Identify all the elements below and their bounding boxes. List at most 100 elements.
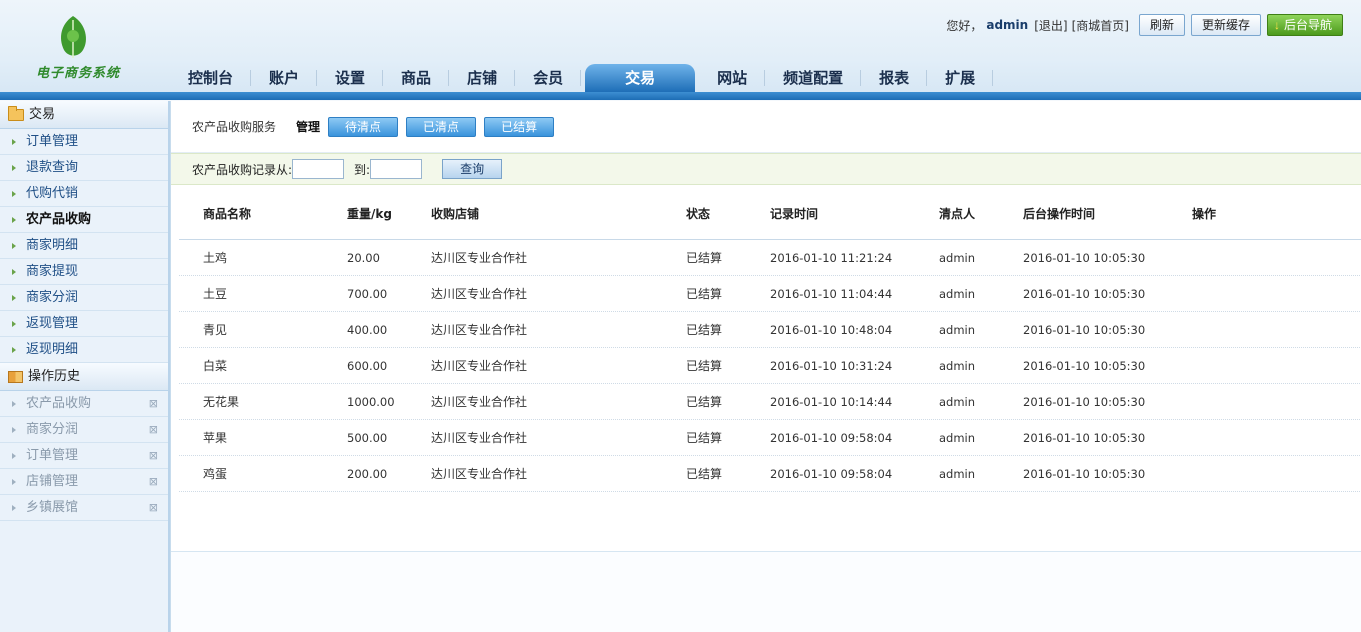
cell-status: 已结算 xyxy=(686,395,723,409)
col-op-time-header: 后台操作时间 xyxy=(1023,207,1096,221)
history-item[interactable]: 订单管理 ⊠ xyxy=(0,443,168,469)
close-icon[interactable]: ⊠ xyxy=(149,417,158,443)
content-footer-area xyxy=(171,552,1361,632)
down-arrow-icon: ↓ xyxy=(1273,18,1280,32)
cell-shop: 达川区专业合作社 xyxy=(431,287,528,301)
filter-toolbar: 农产品收购服务 管理 待清点 已清点 已结算 xyxy=(171,101,1361,153)
cell-action xyxy=(1192,312,1352,347)
update-cache-button[interactable]: 更新缓存 xyxy=(1190,14,1261,36)
sidebar-item-merchant-withdraw[interactable]: 商家提现 xyxy=(0,259,168,285)
tab-website[interactable]: 网站 xyxy=(699,64,766,92)
logout-link[interactable]: [退出] xyxy=(1034,17,1067,34)
tab-extensions[interactable]: 扩展 xyxy=(927,64,994,92)
cell-op-time: 2016-01-10 10:05:30 xyxy=(1023,251,1146,265)
cell-status: 已结算 xyxy=(686,251,723,265)
cell-op-time: 2016-01-10 10:05:30 xyxy=(1023,431,1146,445)
close-icon[interactable]: ⊠ xyxy=(149,469,158,495)
cell-name: 鸡蛋 xyxy=(203,467,228,481)
cell-weight: 200.00 xyxy=(347,467,388,481)
tab-account[interactable]: 账户 xyxy=(251,64,318,92)
cell-record-time: 2016-01-10 10:48:04 xyxy=(770,323,893,337)
sidebar-item-produce-purchase[interactable]: 农产品收购 xyxy=(0,207,168,233)
col-action-header: 操作 xyxy=(1192,207,1217,221)
manage-label: 管理 xyxy=(296,120,321,134)
tab-reports[interactable]: 报表 xyxy=(861,64,928,92)
cell-name: 苹果 xyxy=(203,431,228,445)
sidebar-section-trade[interactable]: 交易 xyxy=(0,101,168,129)
cell-name: 土豆 xyxy=(203,287,228,301)
table-header: 商品名称 重量/kg 收购店铺 状态 记录时间 清点人 后台操作时间 操作 xyxy=(179,193,1361,240)
cell-counter: admin xyxy=(939,287,976,301)
sidebar-item-cashback-manage[interactable]: 返现管理 xyxy=(0,311,168,337)
tab-products[interactable]: 商品 xyxy=(383,64,450,92)
date-to-label: 到: xyxy=(354,162,371,177)
sidebar-item-orders[interactable]: 订单管理 xyxy=(0,129,168,155)
table-row: 土鸡 20.00 达川区专业合作社 已结算 2016-01-10 11:21:2… xyxy=(179,240,1361,276)
history-item[interactable]: 农产品收购 ⊠ xyxy=(0,391,168,417)
col-record-time-header: 记录时间 xyxy=(770,207,819,221)
tab-trade[interactable]: 交易 xyxy=(585,64,696,92)
history-item[interactable]: 商家分润 ⊠ xyxy=(0,417,168,443)
shop-home-link[interactable]: [商城首页] xyxy=(1072,17,1129,34)
settled-button[interactable]: 已结算 xyxy=(484,116,555,137)
cell-shop: 达川区专业合作社 xyxy=(431,467,528,481)
cell-shop: 达川区专业合作社 xyxy=(431,251,528,265)
cell-shop: 达川区专业合作社 xyxy=(431,395,528,409)
top-header: 电子商务系统 您好， admin [退出] [商城首页] 刷新 更新缓存 ↓ 后台… xyxy=(0,0,1361,100)
cell-status: 已结算 xyxy=(686,323,723,337)
col-weight-header: 重量/kg xyxy=(347,193,431,239)
search-button[interactable]: 查询 xyxy=(442,159,503,179)
tab-channel-config[interactable]: 频道配置 xyxy=(765,64,862,92)
refresh-button[interactable]: 刷新 xyxy=(1138,14,1185,36)
sidebar-item-merchant-profit[interactable]: 商家分润 xyxy=(0,285,168,311)
cell-record-time: 2016-01-10 10:31:24 xyxy=(770,359,893,373)
cell-record-time: 2016-01-10 10:14:44 xyxy=(770,395,893,409)
history-item[interactable]: 乡镇展馆 ⊠ xyxy=(0,495,168,521)
sidebar-item-merchant-details[interactable]: 商家明细 xyxy=(0,233,168,259)
table-row: 苹果 500.00 达川区专业合作社 已结算 2016-01-10 09:58:… xyxy=(179,420,1361,456)
close-icon[interactable]: ⊠ xyxy=(149,391,158,417)
history-book-icon xyxy=(8,370,23,383)
backend-nav-label: 后台导航 xyxy=(1283,18,1332,32)
cell-weight: 400.00 xyxy=(347,323,388,337)
history-item-label: 店铺管理 xyxy=(26,474,79,489)
table-row: 青见 400.00 达川区专业合作社 已结算 2016-01-10 10:48:… xyxy=(179,312,1361,348)
sidebar-section-history[interactable]: 操作历史 xyxy=(0,363,168,391)
tab-members[interactable]: 会员 xyxy=(515,64,582,92)
close-icon[interactable]: ⊠ xyxy=(149,495,158,521)
history-section-title: 操作历史 xyxy=(28,368,81,384)
cell-status: 已结算 xyxy=(686,359,723,373)
cell-status: 已结算 xyxy=(686,467,723,481)
cell-action xyxy=(1192,456,1352,491)
cell-counter: admin xyxy=(939,395,976,409)
table-row: 土豆 700.00 达川区专业合作社 已结算 2016-01-10 11:04:… xyxy=(179,276,1361,312)
table-row: 鸡蛋 200.00 达川区专业合作社 已结算 2016-01-10 09:58:… xyxy=(179,456,1361,492)
counted-button[interactable]: 已清点 xyxy=(406,116,477,137)
tab-shops[interactable]: 店铺 xyxy=(449,64,516,92)
history-item[interactable]: 店铺管理 ⊠ xyxy=(0,469,168,495)
date-to-input[interactable] xyxy=(370,159,423,179)
header-stripe xyxy=(0,92,1361,100)
query-bar: 农产品收购记录从: 到: 查询 xyxy=(171,153,1361,185)
col-shop-header: 收购店铺 xyxy=(431,207,480,221)
col-counter-header: 清点人 xyxy=(939,207,976,221)
cell-op-time: 2016-01-10 10:05:30 xyxy=(1023,467,1146,481)
cell-name: 白菜 xyxy=(203,359,228,373)
sidebar-item-agency[interactable]: 代购代销 xyxy=(0,181,168,207)
main-nav: 控制台 账户 设置 商品 店铺 会员 交易 网站 频道配置 报表 扩展 xyxy=(170,64,994,92)
tab-console[interactable]: 控制台 xyxy=(170,64,252,92)
cell-counter: admin xyxy=(939,467,976,481)
cell-action xyxy=(1192,384,1352,419)
date-from-input[interactable] xyxy=(292,159,345,179)
cell-action xyxy=(1192,348,1352,383)
history-item-label: 订单管理 xyxy=(26,448,79,463)
sidebar-item-refunds[interactable]: 退款查询 xyxy=(0,155,168,181)
tab-settings[interactable]: 设置 xyxy=(317,64,384,92)
pending-count-button[interactable]: 待清点 xyxy=(328,116,399,137)
history-item-label: 商家分润 xyxy=(26,422,79,437)
history-item-label: 乡镇展馆 xyxy=(26,500,79,515)
close-icon[interactable]: ⊠ xyxy=(149,443,158,469)
history-item-label: 农产品收购 xyxy=(26,396,92,411)
backend-nav-button[interactable]: ↓ 后台导航 xyxy=(1266,14,1343,36)
sidebar-item-cashback-details[interactable]: 返现明细 xyxy=(0,337,168,363)
